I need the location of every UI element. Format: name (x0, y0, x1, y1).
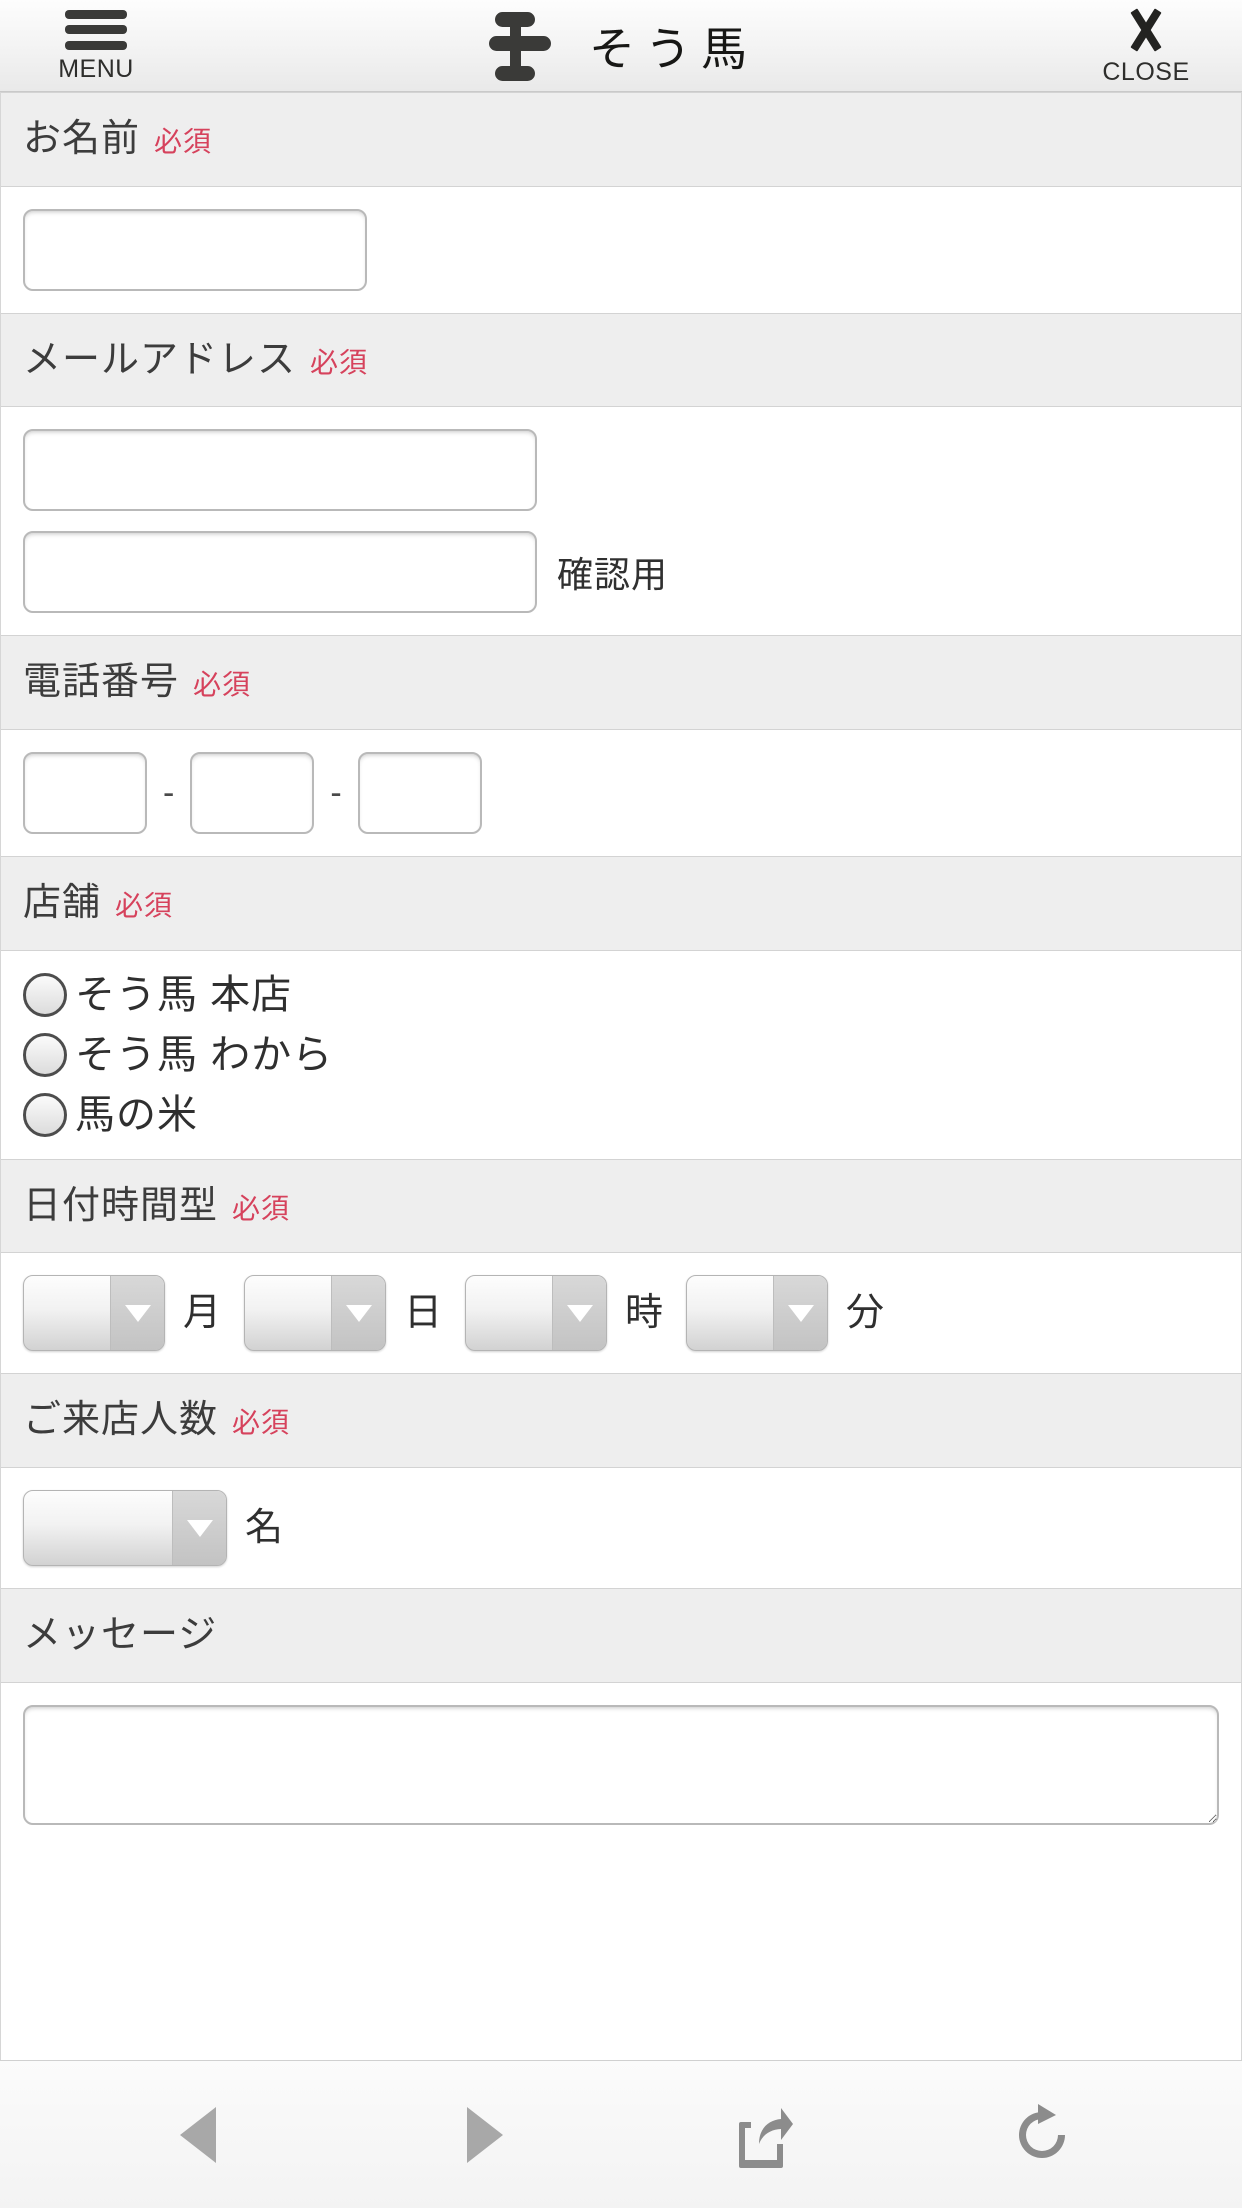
day-select[interactable] (244, 1275, 387, 1352)
month-select-value (24, 1276, 110, 1350)
label-name: お名前 (23, 118, 141, 160)
label-tel: 電話番号 (23, 661, 180, 704)
close-button[interactable]: CLOSE (1086, 7, 1206, 85)
section-body-tel: - - (1, 730, 1241, 857)
browser-toolbar (0, 2060, 1242, 2208)
tel-part1-input[interactable] (23, 752, 147, 835)
close-button-label: CLOSE (1102, 57, 1190, 86)
name-input[interactable] (23, 208, 367, 291)
label-datetime: 日付時間型 (23, 1184, 219, 1227)
site-header: MENU そう馬 CLOSE (0, 0, 1242, 92)
datetime-row: 月 日 時 分 (23, 1275, 1219, 1352)
section-body-message (1, 1683, 1241, 1830)
section-header-name: お名前 必須 (1, 92, 1241, 187)
radio-icon[interactable] (23, 1092, 67, 1137)
reload-icon (1018, 2103, 1065, 2158)
people-unit-label: 名 (245, 1507, 285, 1550)
radio-icon[interactable] (23, 1032, 67, 1077)
back-button[interactable] (140, 2085, 260, 2185)
month-select[interactable] (23, 1275, 165, 1352)
tel-separator-2: - (330, 774, 342, 813)
section-header-people: ご来店人数 必須 (1, 1373, 1241, 1469)
chevron-down-icon (773, 1276, 828, 1351)
close-x-icon (1120, 7, 1172, 53)
chevron-down-icon (172, 1491, 226, 1566)
email-confirm-row: 確認用 (23, 531, 1219, 614)
brand-logo[interactable]: そう馬 (485, 10, 757, 82)
soma-logo-mark-icon (489, 11, 551, 81)
required-badge-name: 必須 (154, 126, 213, 157)
mobile-browser-window: MENU そう馬 CLOSE お名前 必須 メールアドレス 必須 確認用 電話番… (0, 0, 1242, 2208)
label-store: 店舗 (23, 882, 102, 925)
share-button[interactable] (701, 2085, 821, 2185)
store-option-label: そう馬 わから (75, 1032, 334, 1077)
store-option-row[interactable]: そう馬 わから (23, 1032, 1219, 1077)
menu-button[interactable]: MENU (36, 9, 156, 83)
section-body-email: 確認用 (1, 407, 1241, 636)
store-option-row[interactable]: 馬の米 (23, 1092, 1219, 1137)
forward-button[interactable] (421, 2085, 541, 2185)
section-header-email: メールアドレス 必須 (1, 312, 1241, 408)
reservation-form: お名前 必須 メールアドレス 必須 確認用 電話番号 必須 - - 店舗 必須 … (0, 92, 1242, 2060)
month-unit-label: 月 (183, 1292, 223, 1335)
required-badge-tel: 必須 (193, 669, 252, 701)
minute-unit-label: 分 (846, 1292, 886, 1335)
required-badge-people: 必須 (232, 1407, 291, 1439)
minute-select-value (687, 1276, 773, 1350)
label-message: メッセージ (23, 1614, 218, 1657)
back-triangle-icon (180, 2106, 217, 2163)
people-row: 名 (23, 1490, 1219, 1567)
email-input[interactable] (23, 429, 537, 512)
section-body-people: 名 (1, 1468, 1241, 1589)
section-header-message: メッセージ (1, 1588, 1241, 1683)
people-count-select[interactable] (23, 1490, 227, 1567)
section-body-datetime: 月 日 時 分 (1, 1253, 1241, 1374)
required-badge-store: 必須 (115, 890, 174, 922)
menu-button-label: MENU (58, 54, 134, 83)
section-header-datetime: 日付時間型 必須 (1, 1158, 1241, 1254)
required-badge-email: 必須 (310, 346, 369, 378)
day-unit-label: 日 (404, 1292, 444, 1335)
section-header-store: 店舗 必須 (1, 856, 1241, 951)
brand-name: そう馬 (589, 23, 757, 75)
store-option-label: そう馬 本店 (75, 972, 293, 1017)
people-count-value (24, 1491, 172, 1565)
hour-unit-label: 時 (625, 1292, 665, 1335)
required-badge-datetime: 必須 (232, 1192, 291, 1224)
tel-input-row: - - (23, 752, 1219, 835)
store-option-label: 馬の米 (75, 1092, 198, 1137)
store-option-row[interactable]: そう馬 本店 (23, 972, 1219, 1017)
hour-select[interactable] (465, 1275, 608, 1352)
share-icon (739, 2107, 794, 2168)
tel-part3-input[interactable] (357, 752, 482, 835)
hour-select-value (466, 1276, 552, 1350)
message-textarea[interactable] (23, 1704, 1219, 1825)
label-people: ご来店人数 (23, 1399, 219, 1442)
day-select-value (245, 1276, 331, 1350)
email-confirm-input[interactable] (23, 531, 537, 614)
minute-select[interactable] (686, 1275, 829, 1352)
email-confirm-label: 確認用 (557, 554, 669, 596)
label-email: メールアドレス (23, 338, 297, 381)
radio-icon[interactable] (23, 972, 67, 1017)
section-header-tel: 電話番号 必須 (1, 635, 1241, 731)
hamburger-icon (65, 9, 127, 50)
chevron-down-icon (552, 1276, 607, 1351)
section-body-store: そう馬 本店 そう馬 わから 馬の米 (1, 950, 1241, 1159)
tel-separator-1: - (163, 774, 175, 813)
section-body-name (1, 186, 1241, 313)
tel-part2-input[interactable] (190, 752, 315, 835)
reload-button[interactable] (982, 2085, 1102, 2185)
chevron-down-icon (331, 1276, 386, 1351)
forward-triangle-icon (466, 2106, 503, 2163)
chevron-down-icon (110, 1276, 164, 1351)
